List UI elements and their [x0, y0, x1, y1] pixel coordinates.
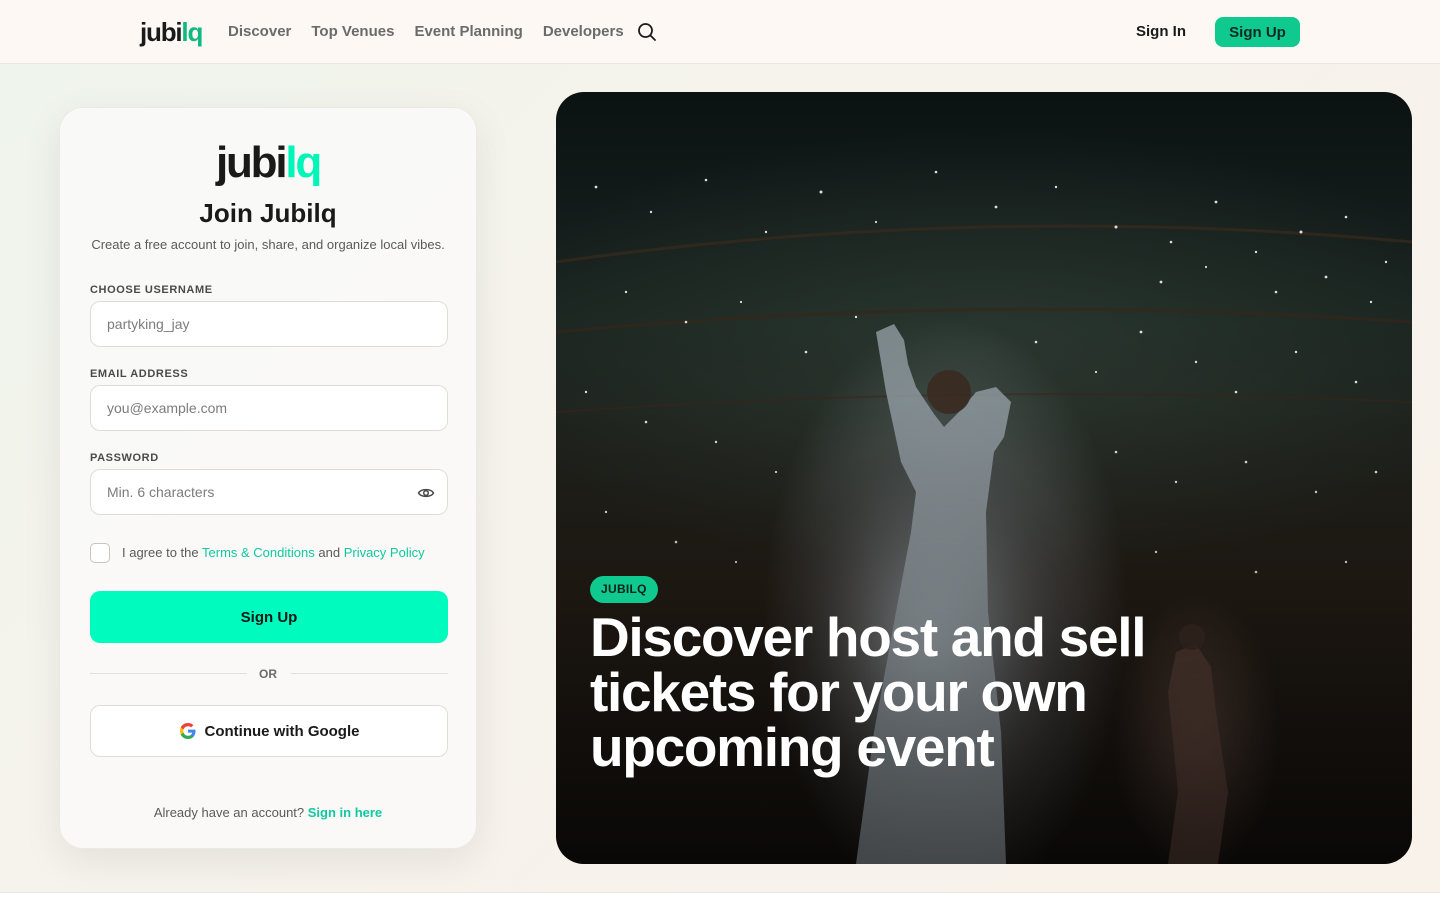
privacy-link[interactable]: Privacy Policy	[344, 545, 425, 560]
nav-link-developers[interactable]: Developers	[543, 22, 624, 42]
or-label: OR	[259, 667, 277, 681]
already-account: Already have an account? Sign in here	[60, 804, 476, 822]
password-label: PASSWORD	[90, 452, 159, 464]
nav-links: Discover Top Venues Event Planning Devel…	[228, 22, 624, 42]
agree-checkbox[interactable]	[90, 543, 110, 563]
signup-card: jubilq Join Jubilq Create a free account…	[59, 107, 477, 849]
search-icon[interactable]	[636, 21, 658, 43]
google-button[interactable]: Continue with Google	[90, 705, 448, 757]
terms-link[interactable]: Terms & Conditions	[202, 545, 315, 560]
agree-and: and	[318, 545, 341, 560]
card-logo: jubilq	[60, 138, 476, 188]
eye-icon[interactable]	[417, 484, 435, 502]
card-title: Join Jubilq	[199, 198, 337, 228]
top-nav: jubilq Discover Top Venues Event Plannin…	[0, 0, 1440, 64]
username-input[interactable]	[90, 301, 448, 347]
card-logo-main: jubi	[215, 138, 288, 187]
agree-text: I agree to the Terms & Conditions and Pr…	[122, 544, 425, 562]
sign-in-here-link[interactable]: Sign in here	[308, 805, 382, 820]
email-input[interactable]	[90, 385, 448, 431]
hero-badge: JUBILQ	[590, 576, 658, 603]
nav-link-discover[interactable]: Discover	[228, 22, 291, 42]
nav-link-event-planning[interactable]: Event Planning	[414, 22, 522, 42]
google-label: Continue with Google	[204, 722, 360, 740]
nav-logo-accent: lq	[181, 17, 203, 47]
card-subtitle: Create a free account to join, share, an…	[91, 237, 445, 252]
hero-image: JUBILQ Discover host and sell tickets fo…	[556, 92, 1412, 864]
password-input[interactable]	[90, 469, 448, 515]
google-icon	[179, 723, 195, 739]
username-label: CHOOSE USERNAME	[90, 284, 213, 296]
nav-logo[interactable]: jubilq	[140, 16, 203, 48]
agree-prefix: I agree to the	[122, 545, 199, 560]
agree-row: I agree to the Terms & Conditions and Pr…	[90, 543, 425, 563]
card-logo-accent: lq	[285, 138, 322, 187]
sign-up-button[interactable]: Sign Up	[90, 591, 448, 643]
email-label: EMAIL ADDRESS	[90, 368, 189, 380]
hero-headline: Discover host and sell tickets for your …	[590, 606, 1147, 778]
nav-logo-main: jubi	[140, 17, 183, 47]
page-bottom-strip	[0, 892, 1440, 900]
already-prefix: Already have an account?	[153, 805, 305, 820]
nav-sign-up-button[interactable]: Sign Up	[1215, 17, 1300, 47]
nav-sign-in-link[interactable]: Sign In	[1136, 22, 1186, 42]
nav-link-top-venues[interactable]: Top Venues	[311, 22, 394, 42]
